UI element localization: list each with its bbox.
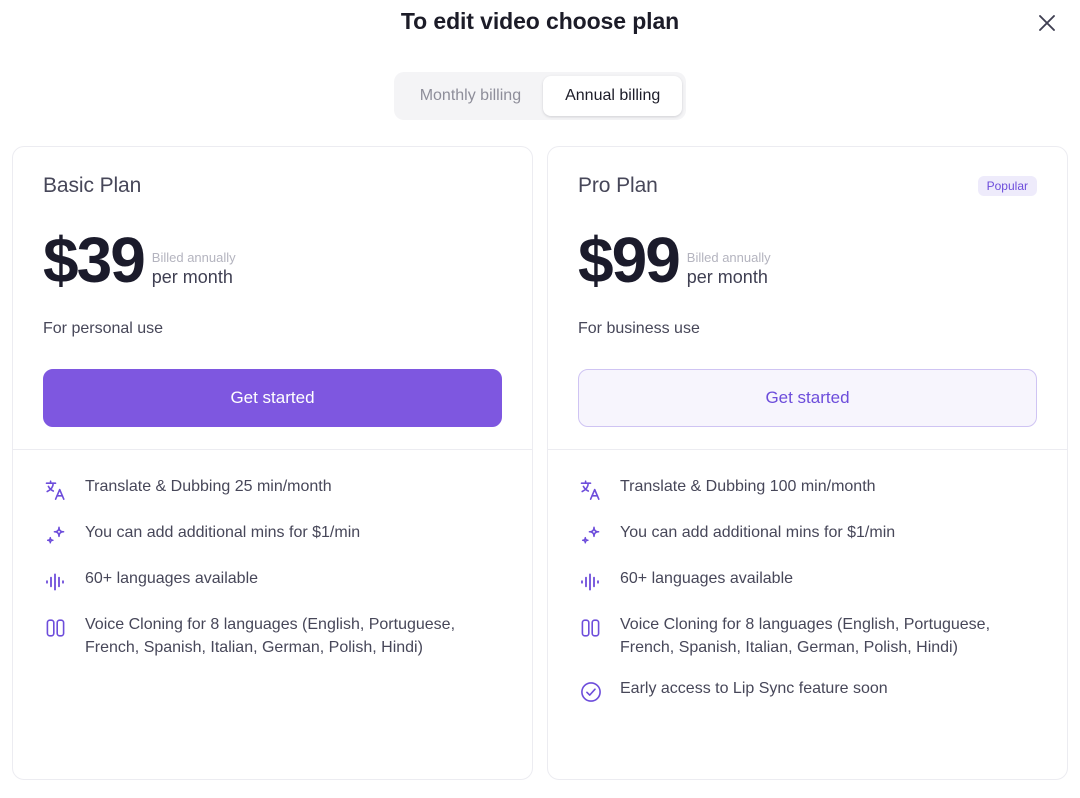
list-item: You can add additional mins for $1/min [578,522,1037,549]
close-icon [1036,12,1058,34]
plan-pro-price-row: $99 Billed annually per month [578,221,1037,291]
list-item: Translate & Dubbing 25 min/month [43,476,502,503]
plan-basic-features: Translate & Dubbing 25 min/month You can… [13,450,532,659]
list-item: Translate & Dubbing 100 min/month [578,476,1037,503]
feature-text: Translate & Dubbing 25 min/month [85,476,332,499]
pricing-modal: To edit video choose plan Monthly billin… [0,0,1080,798]
sparkle-icon [578,523,604,549]
feature-text: 60+ languages available [620,568,793,591]
waveform-icon [43,569,69,595]
plan-pro-billed-note: Billed annually [687,250,771,266]
plan-pro-features: Translate & Dubbing 100 min/month You ca… [548,450,1067,705]
feature-text: Translate & Dubbing 100 min/month [620,476,876,499]
billing-toggle-wrapper: Monthly billing Annual billing [0,72,1080,120]
check-circle-icon [578,679,604,705]
plan-basic-price-meta: Billed annually per month [152,250,236,291]
list-item: 60+ languages available [578,568,1037,595]
plan-card-basic-header: Basic Plan $39 Billed annually per month… [13,147,532,449]
plan-pro-price: $99 [578,230,679,291]
plan-basic-billed-note: Billed annually [152,250,236,266]
tab-monthly-billing[interactable]: Monthly billing [398,76,543,116]
plan-basic-get-started-button[interactable]: Get started [43,369,502,427]
plan-card-pro-header: Pro Plan Popular $99 Billed annually per… [548,147,1067,449]
page-title: To edit video choose plan [0,8,1080,35]
plan-pro-get-started-button[interactable]: Get started [578,369,1037,427]
voice-cloning-icon [43,615,69,641]
plan-pro-use-note: For business use [578,320,1037,338]
feature-text: 60+ languages available [85,568,258,591]
list-item: You can add additional mins for $1/min [43,522,502,549]
billing-toggle[interactable]: Monthly billing Annual billing [394,72,687,120]
list-item: Early access to Lip Sync feature soon [578,678,1037,705]
feature-text: Voice Cloning for 8 languages (English, … [85,614,485,659]
translate-icon [43,477,69,503]
sparkle-icon [43,523,69,549]
feature-text: You can add additional mins for $1/min [85,522,360,545]
status-badge: Popular [978,176,1037,196]
plan-basic-price: $39 [43,230,144,291]
close-button[interactable] [1032,8,1062,38]
modal-header: To edit video choose plan [0,0,1080,46]
plan-pro-title-row: Pro Plan Popular [578,173,1037,199]
plan-card-pro: Pro Plan Popular $99 Billed annually per… [547,146,1068,780]
feature-text: You can add additional mins for $1/min [620,522,895,545]
plan-pro-price-meta: Billed annually per month [687,250,771,291]
voice-cloning-icon [578,615,604,641]
list-item: Voice Cloning for 8 languages (English, … [578,614,1037,659]
plan-card-basic: Basic Plan $39 Billed annually per month… [12,146,533,780]
waveform-icon [578,569,604,595]
plan-basic-price-row: $39 Billed annually per month [43,221,502,291]
plan-basic-title-row: Basic Plan [43,173,502,199]
feature-text: Voice Cloning for 8 languages (English, … [620,614,1020,659]
translate-icon [578,477,604,503]
tab-annual-billing[interactable]: Annual billing [543,76,682,116]
plan-basic-period: per month [152,266,236,289]
plan-pro-period: per month [687,266,771,289]
list-item: 60+ languages available [43,568,502,595]
plan-pro-name: Pro Plan [578,174,658,198]
plan-cards: Basic Plan $39 Billed annually per month… [0,146,1080,780]
feature-text: Early access to Lip Sync feature soon [620,678,888,701]
list-item: Voice Cloning for 8 languages (English, … [43,614,502,659]
plan-basic-name: Basic Plan [43,174,141,198]
plan-basic-use-note: For personal use [43,320,502,338]
